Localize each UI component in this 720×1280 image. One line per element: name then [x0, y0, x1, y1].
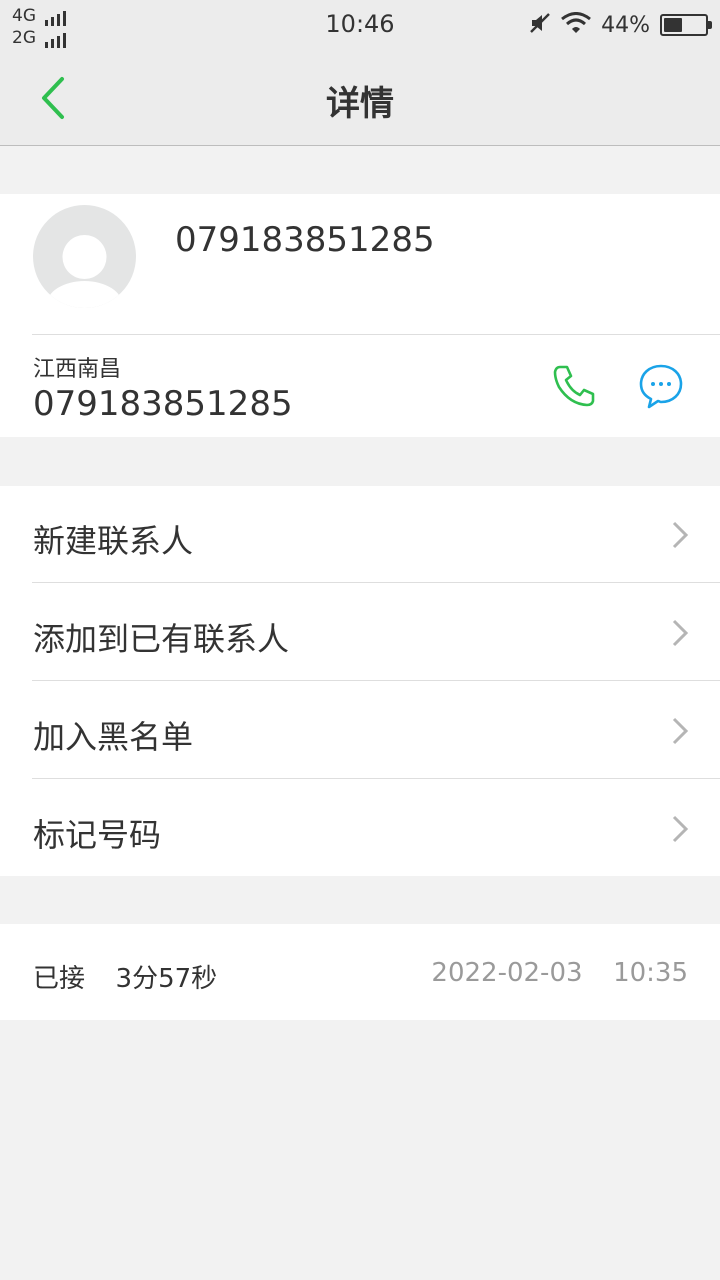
menu-item-blacklist[interactable]: 加入黑名单 — [0, 682, 720, 779]
divider — [32, 582, 720, 583]
chevron-right-icon — [672, 619, 689, 647]
call-status-label: 已接 — [33, 964, 86, 994]
menu-item-label: 标记号码 — [33, 816, 162, 854]
divider — [32, 680, 720, 681]
divider — [32, 778, 720, 779]
call-date: 2022-02-03 — [431, 958, 583, 988]
menu-item-label: 新建联系人 — [33, 522, 194, 560]
actions-menu: 新建联系人 添加到已有联系人 加入黑名单 标记号码 — [0, 486, 720, 876]
menu-item-label: 加入黑名单 — [33, 718, 194, 756]
battery-percent: 44% — [601, 12, 650, 38]
status-right-group: 44% — [529, 10, 712, 40]
status-bar: 4G 2G 10:46 44% — [0, 0, 720, 50]
phone-icon — [553, 365, 595, 407]
call-status: 已接 3分57秒 — [33, 958, 217, 995]
contact-name: 079183851285 — [175, 220, 435, 260]
person-placeholder-icon — [46, 235, 123, 308]
chevron-right-icon — [672, 717, 689, 745]
menu-item-new-contact[interactable]: 新建联系人 — [0, 486, 720, 583]
call-button[interactable] — [550, 362, 598, 410]
battery-icon — [660, 14, 712, 36]
nav-bar: 详情 — [0, 50, 720, 146]
divider — [32, 334, 720, 335]
contact-card: 079183851285 江西南昌 079183851285 — [0, 194, 720, 437]
page-title: 详情 — [326, 84, 394, 124]
phone-number[interactable]: 079183851285 — [33, 384, 293, 424]
chevron-right-icon — [672, 521, 689, 549]
call-time: 10:35 — [613, 958, 688, 988]
call-duration: 3分57秒 — [115, 964, 218, 994]
phone-location: 江西南昌 — [33, 357, 122, 382]
call-record: 已接 3分57秒 2022-02-03 10:35 — [0, 924, 720, 1020]
mute-icon — [529, 12, 551, 38]
wifi-icon — [561, 12, 592, 38]
menu-item-add-to-existing[interactable]: 添加到已有联系人 — [0, 584, 720, 681]
menu-item-label: 添加到已有联系人 — [33, 620, 290, 658]
message-button[interactable] — [636, 362, 686, 410]
battery-level-fill — [664, 18, 682, 32]
chevron-right-icon — [672, 815, 689, 843]
message-icon — [639, 364, 683, 409]
call-timestamp: 2022-02-03 10:35 — [431, 958, 688, 988]
menu-item-mark-number[interactable]: 标记号码 — [0, 780, 720, 877]
avatar[interactable] — [33, 205, 136, 308]
